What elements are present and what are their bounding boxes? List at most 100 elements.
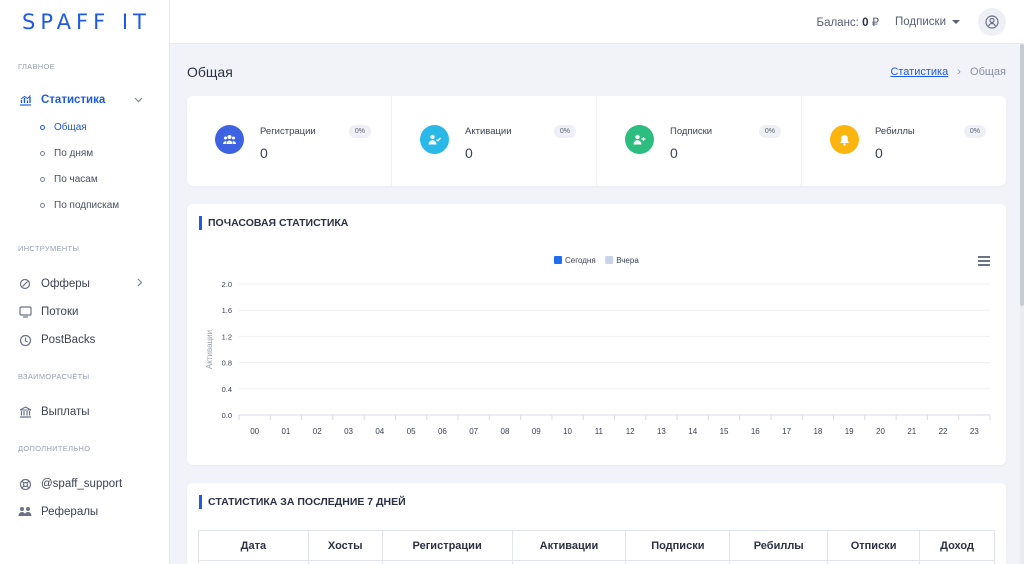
sidebar-item-label: Рефералы	[41, 506, 99, 518]
x-tick-label: 05	[407, 427, 416, 436]
column-header[interactable]: Активации	[511, 530, 627, 561]
stat-subscriptions: Подписки 0 0%	[597, 96, 802, 186]
table-cell	[198, 560, 309, 564]
sidebar-item-payouts[interactable]: Выплаты	[0, 398, 169, 426]
stat-activations: Активации 0 0%	[392, 96, 597, 186]
balance-display: Баланс: 0 ₽	[817, 15, 880, 29]
y-tick-label: 0.8	[222, 359, 232, 368]
y-tick-label: 2.0	[222, 280, 232, 289]
weekly-stats-title: СТАТИСТИКА ЗА ПОСЛЕДНИЕ 7 ДНЕЙ	[199, 495, 406, 509]
stat-registrations: Регистрации 0 0%	[187, 96, 392, 186]
hourly-chart: Сегодня Вчера 0.0 0.4 0.8 1.2 1.6 2.0 Активации 0…	[205, 256, 991, 436]
sidebar-subitem-label: По часам	[54, 173, 98, 185]
legend-label: Сегодня	[565, 256, 596, 265]
monitor-icon	[18, 305, 32, 319]
sidebar-subitem-by-days[interactable]: По дням	[0, 140, 169, 166]
sidebar-item-streams[interactable]: Потоки	[0, 298, 169, 326]
column-header[interactable]: Дата	[198, 530, 309, 561]
sidebar-item-label: Статистика	[41, 94, 106, 106]
stat-value: 0	[260, 145, 268, 161]
breadcrumb-current: Общая	[970, 66, 1006, 78]
sidebar-item-referrals[interactable]: Рефералы	[0, 498, 169, 526]
bullet-icon	[40, 202, 45, 208]
sidebar-subitem-label: По подпискам	[54, 199, 120, 211]
sidebar-item-support[interactable]: @spaff_support	[0, 470, 169, 498]
sidebar-item-offers[interactable]: Офферы	[0, 270, 169, 298]
user-check-icon	[420, 125, 449, 154]
currency-symbol: ₽	[871, 16, 880, 29]
stat-percent-badge: 0%	[348, 125, 371, 138]
column-header[interactable]: Хосты	[307, 530, 383, 561]
table-cell	[625, 560, 731, 564]
section-label-tools: ИНСТРУМЕНТЫ	[18, 244, 80, 253]
stat-percent-badge: 0%	[553, 125, 576, 138]
x-tick-label: 14	[688, 427, 697, 436]
clock-alert-icon	[18, 333, 32, 347]
tag-icon	[18, 277, 32, 291]
stat-percent-badge: 0%	[758, 125, 781, 138]
column-header[interactable]: Доход	[919, 530, 995, 561]
column-header[interactable]: Ребиллы	[729, 530, 829, 561]
chart-icon	[18, 93, 32, 107]
y-tick-label: 1.2	[222, 332, 232, 341]
x-tick-label: 18	[813, 427, 822, 436]
page-title: Общая	[187, 64, 233, 80]
x-tick-label: 20	[876, 427, 885, 436]
user-avatar-button[interactable]	[978, 7, 1006, 36]
page-scrollbar[interactable]	[1020, 44, 1024, 564]
sidebar-item-label: Потоки	[41, 306, 79, 318]
caret-down-icon	[952, 19, 960, 24]
x-tick-label: 15	[720, 427, 729, 436]
subscriptions-dropdown[interactable]: Подписки	[895, 16, 960, 28]
stat-label: Подписки	[670, 126, 713, 137]
x-tick-label: 12	[626, 427, 635, 436]
legend-label: Вчера	[616, 256, 639, 265]
legend-swatch	[554, 256, 562, 264]
x-tick-label: 19	[845, 427, 854, 436]
table-cell	[511, 560, 627, 564]
sidebar-item-label: @spaff_support	[41, 478, 123, 490]
stat-label: Регистрации	[260, 126, 316, 137]
chevron-right-icon	[137, 278, 143, 290]
sidebar-subitem-by-subscriptions[interactable]: По подпискам	[0, 192, 169, 218]
brand-logo[interactable]: SPAFF IT	[0, 0, 169, 44]
x-tick-label: 09	[532, 427, 541, 436]
stat-label: Активации	[465, 126, 512, 137]
hourly-stats-card: ПОЧАСОВАЯ СТАТИСТИКА Сегодня Вчера 0.0 0.4 0…	[187, 204, 1006, 465]
x-tick-label: 16	[751, 427, 760, 436]
x-tick-label: 02	[313, 427, 322, 436]
x-tick-label: 06	[438, 427, 447, 436]
column-header[interactable]: Отписки	[827, 530, 921, 561]
x-tick-label: 11	[595, 427, 604, 436]
x-tick-label: 23	[970, 427, 979, 436]
breadcrumb: Статистика › Общая	[890, 66, 1006, 78]
sidebar-subitem-general[interactable]: Общая	[0, 114, 169, 140]
stat-percent-badge: 0%	[963, 125, 986, 138]
y-tick-label: 0.0	[222, 411, 232, 420]
sidebar-item-statistics[interactable]: Статистика	[0, 86, 169, 114]
x-tick-label: 21	[907, 427, 916, 436]
subscriptions-label: Подписки	[895, 15, 946, 28]
users-icon	[215, 125, 244, 154]
sidebar-item-postbacks[interactable]: PostBacks	[0, 326, 169, 354]
balance-value: 0	[862, 16, 869, 29]
bell-icon	[830, 125, 859, 154]
x-tick-label: 01	[281, 427, 290, 436]
sidebar: SPAFF IT ГЛАВНОЕ Статистика Общая По дня…	[0, 0, 170, 564]
table-cell	[827, 560, 921, 564]
people-icon	[18, 505, 32, 519]
sidebar-item-label: PostBacks	[41, 334, 96, 346]
stat-value: 0	[670, 145, 678, 161]
stat-value: 0	[875, 145, 883, 161]
user-circle-icon	[985, 14, 999, 29]
sidebar-item-label: Выплаты	[41, 406, 90, 418]
breadcrumb-link-statistics[interactable]: Статистика	[890, 66, 948, 78]
sidebar-subitem-by-hours[interactable]: По часам	[0, 166, 169, 192]
section-label-main: ГЛАВНОЕ	[18, 62, 55, 71]
column-header[interactable]: Подписки	[625, 530, 731, 561]
column-header[interactable]: Регистрации	[381, 530, 513, 561]
scrollbar-thumb[interactable]	[1020, 44, 1024, 306]
table-cell	[381, 560, 513, 564]
table-cell	[307, 560, 383, 564]
bullet-icon	[40, 150, 45, 156]
